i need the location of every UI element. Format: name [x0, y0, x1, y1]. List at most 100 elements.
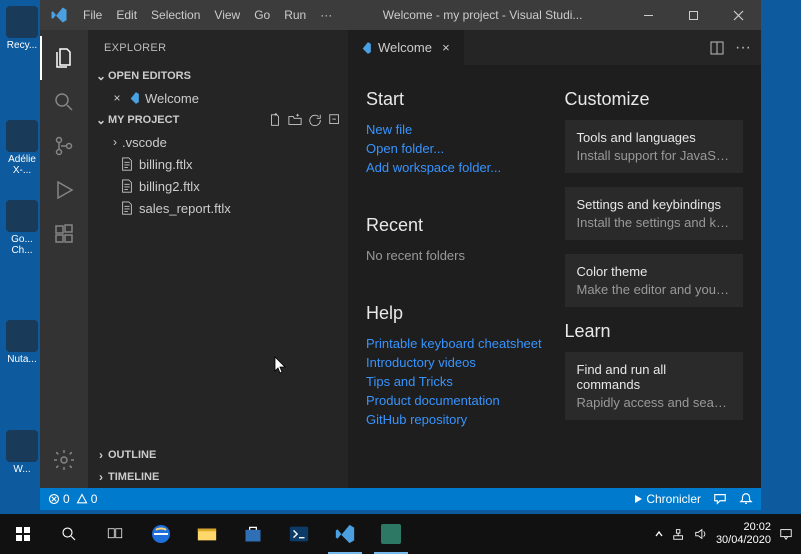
new-folder-icon[interactable] [288, 113, 302, 127]
file-sales-report[interactable]: sales_report.ftlx [88, 197, 348, 219]
card-color-theme[interactable]: Color theme Make the editor and your ... [565, 254, 744, 307]
link-cheatsheet[interactable]: Printable keyboard cheatsheet [366, 334, 545, 353]
collapse-icon[interactable] [328, 113, 342, 127]
activity-debug[interactable] [40, 168, 88, 212]
taskbar-explorer[interactable] [184, 514, 230, 554]
status-feedback[interactable] [713, 492, 727, 506]
split-editor-icon[interactable] [709, 40, 725, 56]
chevron-right-icon: › [108, 135, 122, 149]
store-icon [243, 524, 263, 544]
vscode-file-icon [124, 91, 142, 105]
menu-selection[interactable]: Selection [144, 0, 207, 30]
card-find-commands[interactable]: Find and run all commands Rapidly access… [565, 352, 744, 420]
source-control-icon [52, 134, 76, 158]
debug-icon [52, 178, 76, 202]
close-button[interactable] [716, 0, 761, 30]
folder-vscode[interactable]: › .vscode [88, 131, 348, 153]
taskbar-ie[interactable] [138, 514, 184, 554]
status-bell[interactable] [739, 492, 753, 506]
open-editor-welcome[interactable]: × Welcome [88, 87, 348, 109]
activity-settings[interactable] [40, 438, 88, 482]
tab-close-icon[interactable]: × [438, 40, 454, 55]
help-heading: Help [366, 303, 545, 324]
link-github[interactable]: GitHub repository [366, 410, 545, 429]
windows-icon [15, 526, 31, 542]
refresh-icon[interactable] [308, 113, 322, 127]
link-docs[interactable]: Product documentation [366, 391, 545, 410]
taskbar-taskview[interactable] [92, 514, 138, 554]
folder-icon [196, 523, 218, 545]
desktop-icon-w[interactable]: W... [2, 430, 42, 475]
tray-network-icon[interactable] [672, 527, 686, 541]
activity-scm[interactable] [40, 124, 88, 168]
timeline-section[interactable]: › TIMELINE [88, 466, 348, 488]
project-section[interactable]: ⌄ MY PROJECT [88, 109, 348, 131]
feedback-icon [713, 492, 727, 506]
chevron-down-icon: ⌄ [94, 113, 108, 127]
start-heading: Start [366, 89, 545, 110]
ie-icon [149, 522, 173, 546]
extensions-icon [52, 222, 76, 246]
vscode-logo-icon [50, 6, 68, 24]
menu-file[interactable]: File [76, 0, 109, 30]
link-open-folder[interactable]: Open folder... [366, 139, 545, 158]
link-add-workspace[interactable]: Add workspace folder... [366, 158, 545, 177]
file-billing2[interactable]: billing2.ftlx [88, 175, 348, 197]
tab-welcome[interactable]: Welcome × [348, 30, 464, 65]
taskbar-store[interactable] [230, 514, 276, 554]
menu-view[interactable]: View [207, 0, 247, 30]
taskbar-app[interactable] [368, 514, 414, 554]
gear-icon [52, 448, 76, 472]
editor-area: Welcome × ··· Start New file Open folder… [348, 30, 761, 488]
minimize-button[interactable] [626, 0, 671, 30]
new-file-icon[interactable] [268, 113, 282, 127]
recent-empty: No recent folders [366, 246, 545, 265]
tray-chevron-icon[interactable] [654, 529, 664, 539]
statusbar: 0 0 Chronicler [40, 488, 761, 510]
tabs: Welcome × ··· [348, 30, 761, 65]
desktop-icon-adelie[interactable]: Adélie X-... [2, 120, 42, 176]
powershell-icon [288, 523, 310, 545]
taskbar-vscode[interactable] [322, 514, 368, 554]
tray-notifications-icon[interactable] [779, 527, 793, 541]
activity-extensions[interactable] [40, 212, 88, 256]
taskbar-clock[interactable]: 20:02 30/04/2020 [716, 521, 771, 547]
close-icon[interactable]: × [110, 91, 124, 105]
desktop-icon-nuta[interactable]: Nuta... [2, 320, 42, 365]
desktop-icon-chrome[interactable]: Go... Ch... [2, 200, 42, 256]
link-tips[interactable]: Tips and Tricks [366, 372, 545, 391]
card-tools-languages[interactable]: Tools and languages Install support for … [565, 120, 744, 173]
more-actions-icon[interactable]: ··· [735, 39, 751, 57]
desktop-icon-recycle[interactable]: Recy... [2, 6, 42, 51]
file-billing[interactable]: billing.ftlx [88, 153, 348, 175]
customize-heading: Customize [565, 89, 744, 110]
card-settings-keybindings[interactable]: Settings and keybindings Install the set… [565, 187, 744, 240]
maximize-button[interactable] [671, 0, 716, 30]
link-new-file[interactable]: New file [366, 120, 545, 139]
menu-more[interactable]: ··· [313, 0, 339, 30]
menu-edit[interactable]: Edit [109, 0, 144, 30]
start-button[interactable] [0, 514, 46, 554]
file-icon [118, 179, 136, 193]
tray-volume-icon[interactable] [694, 527, 708, 541]
status-errors[interactable]: 0 [48, 492, 70, 506]
status-chronicler[interactable]: Chronicler [633, 492, 701, 506]
play-icon [633, 494, 643, 504]
menu-go[interactable]: Go [247, 0, 277, 30]
file-icon [118, 157, 136, 171]
sidebar-title: EXPLORER [88, 30, 348, 65]
search-icon [60, 525, 78, 543]
taskbar-powershell[interactable] [276, 514, 322, 554]
activity-search[interactable] [40, 80, 88, 124]
activitybar [40, 30, 88, 488]
link-intro-videos[interactable]: Introductory videos [366, 353, 545, 372]
vscode-window: File Edit Selection View Go Run ··· Welc… [40, 0, 761, 510]
menu-run[interactable]: Run [277, 0, 313, 30]
activity-explorer[interactable] [40, 36, 88, 80]
recent-heading: Recent [366, 215, 545, 236]
open-editors-section[interactable]: ⌄ OPEN EDITORS [88, 65, 348, 87]
taskbar: 20:02 30/04/2020 [0, 514, 801, 554]
outline-section[interactable]: › OUTLINE [88, 444, 348, 466]
status-warnings[interactable]: 0 [76, 492, 98, 506]
taskbar-search[interactable] [46, 514, 92, 554]
